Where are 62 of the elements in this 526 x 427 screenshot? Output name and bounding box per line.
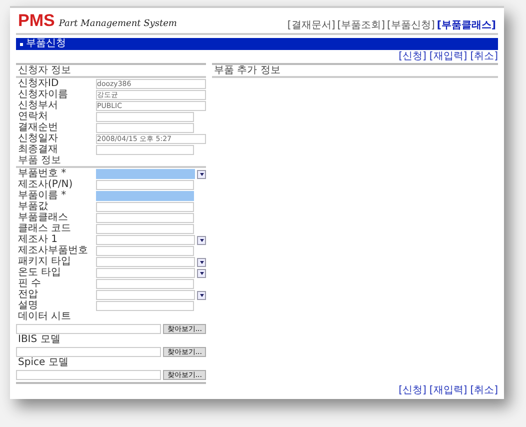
input-field[interactable]	[96, 202, 194, 212]
action-link[interactable]: [취소]	[470, 51, 498, 62]
input-field[interactable]	[96, 257, 195, 267]
action-link[interactable]: [재입력]	[429, 51, 468, 62]
field-label: 부품이름 *	[17, 191, 68, 201]
field-label: 데이터 시트	[17, 312, 72, 322]
input-field[interactable]	[96, 169, 195, 179]
dropdown-icon[interactable]	[197, 236, 206, 244]
field-label: 신청부서	[17, 101, 59, 111]
nav-link[interactable]: [부품신청]	[387, 20, 435, 31]
logo-subtitle: Part Management System	[58, 19, 177, 29]
field-label: 신청자ID	[17, 79, 60, 89]
input-field[interactable]	[96, 145, 194, 155]
field-label: 최종결재	[17, 145, 59, 155]
input-field[interactable]	[96, 180, 194, 190]
page-title: 부품신청	[26, 38, 66, 50]
file-field[interactable]	[16, 324, 162, 334]
field-label: 설명	[17, 301, 39, 311]
field-label: Spice 모델	[17, 358, 70, 368]
field-label: 신청자이름	[17, 90, 69, 100]
field-label: 신청일자	[17, 134, 59, 144]
action-link[interactable]: [신청]	[398, 51, 426, 62]
input-field[interactable]	[96, 235, 195, 245]
input-field[interactable]	[96, 301, 194, 311]
dropdown-icon[interactable]	[197, 258, 206, 266]
field-label: 연락처	[17, 112, 49, 122]
action-link[interactable]: [신청]	[398, 385, 426, 396]
nav-link[interactable]: [부품조회]	[337, 20, 386, 31]
input-field[interactable]	[96, 279, 194, 289]
bullet-icon	[20, 42, 23, 46]
field-label: 결재순번	[17, 123, 59, 133]
input-field[interactable]	[96, 112, 194, 122]
field-label: 패키지 타입	[17, 257, 72, 267]
field-label: 제조사(P/N)	[17, 180, 74, 190]
field-label: 부품번호 *	[17, 169, 68, 179]
input-field[interactable]	[96, 224, 194, 234]
input-field[interactable]	[96, 290, 195, 300]
file-field[interactable]	[16, 346, 162, 356]
dropdown-icon[interactable]	[197, 290, 206, 300]
input-field[interactable]	[96, 268, 195, 278]
dropdown-icon[interactable]	[197, 170, 206, 178]
nav-link[interactable]: [결재문서]	[287, 20, 336, 31]
field-label: 제조사부품번호	[17, 246, 89, 256]
field-label: IBIS 모델	[17, 335, 62, 345]
input-field[interactable]	[96, 213, 194, 223]
dropdown-icon[interactable]	[197, 268, 206, 278]
field-label: 전압	[17, 290, 39, 300]
nav-link[interactable]: [부품클래스]	[436, 20, 496, 31]
field-label: 제조사 1	[17, 235, 59, 245]
field-label: 핀 수	[17, 279, 42, 289]
input-field[interactable]	[96, 191, 194, 201]
action-link[interactable]: [재입력]	[429, 385, 468, 396]
file-field[interactable]	[16, 370, 162, 380]
field-label: 클래스 코드	[17, 224, 72, 234]
action-link[interactable]: [취소]	[470, 385, 498, 396]
field-label: 부품클래스	[17, 213, 69, 223]
field-label: 온도 타입	[17, 268, 62, 278]
field-label: 부품값	[17, 202, 49, 212]
logo-text: PMS	[18, 11, 55, 31]
input-field[interactable]	[96, 246, 194, 256]
section-title: 부품 추가 정보	[212, 65, 498, 78]
input-field[interactable]	[96, 123, 194, 133]
